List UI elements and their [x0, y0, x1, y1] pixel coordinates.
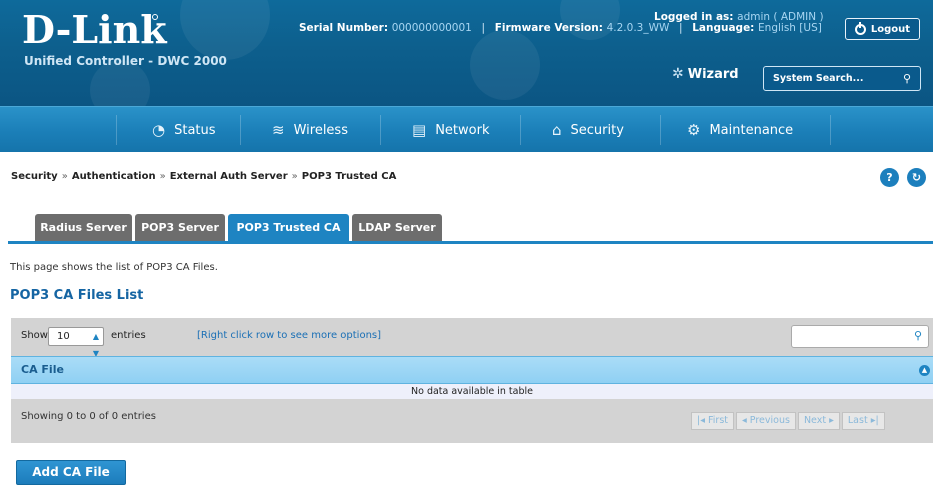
tab-radius-server[interactable]: Radius Server: [35, 214, 132, 241]
system-search-placeholder: System Search...: [773, 73, 864, 84]
nav-divider: [660, 115, 661, 145]
refresh-icon[interactable]: ↻: [907, 168, 926, 187]
gears-icon: ⚙: [687, 121, 701, 139]
pager-last-button[interactable]: Last ▸|: [841, 412, 885, 430]
entries-label: entries: [111, 330, 146, 341]
pager-last-label: Last: [847, 415, 868, 426]
page-description: This page shows the list of POP3 CA File…: [10, 262, 218, 273]
pager-previous-label: Previous: [749, 415, 790, 426]
pager-first-label: First: [708, 415, 728, 426]
main-navigation: ◔ Status ≋ Wireless ▤ Network ⌂ Security…: [0, 106, 933, 152]
header-decoration: [180, 0, 270, 60]
network-icon: ▤: [412, 121, 427, 139]
nav-maintenance[interactable]: ⚙ Maintenance: [687, 107, 793, 153]
tab-pop3-trusted-ca[interactable]: POP3 Trusted CA: [228, 214, 349, 241]
logged-in-user: admin ( ADMIN ): [737, 11, 824, 23]
entries-per-page-value: 10: [57, 331, 70, 342]
app-header: D-Link Unified Controller - DWC 2000 Ser…: [0, 0, 933, 106]
nav-security-label: Security: [570, 122, 624, 138]
product-subtitle: Unified Controller - DWC 2000: [24, 54, 227, 68]
tab-underline: [8, 241, 933, 244]
column-header-ca-file[interactable]: CA File: [21, 363, 64, 376]
breadcrumb-separator: »: [159, 171, 166, 182]
search-icon: ⚲: [913, 329, 922, 342]
wizard-label: Wizard: [687, 66, 739, 82]
serial-label: Serial Number:: [299, 22, 389, 34]
header-decoration: [560, 0, 620, 40]
entries-per-page-select[interactable]: 10 ▲ ▼: [48, 327, 104, 358]
nav-divider: [830, 115, 831, 145]
nav-network[interactable]: ▤ Network: [412, 107, 489, 153]
power-icon: [854, 21, 866, 35]
wifi-icon: ≋: [272, 121, 285, 139]
device-info: Serial Number: 000000000001 | Firmware V…: [299, 22, 822, 34]
nav-divider: [520, 115, 521, 145]
right-click-hint: [Right click row to see more options]: [197, 330, 382, 341]
breadcrumb-item[interactable]: Security: [11, 171, 58, 182]
nav-divider: [240, 115, 241, 145]
pager-previous-button[interactable]: ◂ Previous: [736, 412, 796, 430]
logout-label: Logout: [870, 23, 911, 35]
wizard-icon: ✲: [672, 66, 684, 82]
nav-security[interactable]: ⌂ Security: [552, 107, 624, 153]
breadcrumb-separator: »: [61, 171, 68, 182]
nav-network-label: Network: [435, 122, 490, 138]
pagination: |◂ First ◂ Previous Next ▸ Last ▸|: [691, 412, 885, 430]
firmware-label: Firmware Version:: [494, 22, 603, 34]
table-search-input[interactable]: ⚲: [791, 325, 929, 348]
lock-icon: ⌂: [552, 121, 562, 139]
pager-next-button[interactable]: Next ▸: [797, 412, 840, 430]
add-ca-file-button[interactable]: Add CA File: [16, 460, 126, 485]
logout-button[interactable]: Logout: [845, 18, 920, 40]
nav-status-label: Status: [174, 122, 216, 138]
status-icon: ◔: [152, 121, 166, 139]
nav-wireless-label: Wireless: [293, 122, 348, 138]
wizard-link[interactable]: ✲ Wizard: [672, 66, 739, 82]
registered-mark: [152, 14, 158, 20]
dlink-logo: D-Link: [22, 7, 167, 52]
system-search-input[interactable]: System Search... ⚲: [763, 66, 921, 91]
showing-entries-info: Showing 0 to 0 of 0 entries: [21, 411, 156, 422]
breadcrumb-separator: »: [291, 171, 298, 182]
header-decoration: [470, 30, 540, 100]
breadcrumb-current: POP3 Trusted CA: [301, 171, 397, 182]
info-divider: |: [481, 22, 486, 34]
breadcrumb: Security» Authentication» External Auth Se…: [11, 171, 396, 182]
firmware-value: 4.2.0.3_WW: [606, 22, 670, 34]
pager-next-label: Next: [803, 415, 827, 426]
logged-in-label: Logged in as:: [654, 11, 734, 23]
table-toolbar: Show 10 ▲ ▼ entries [Right click row to s…: [11, 318, 933, 358]
table-empty-row: No data available in table: [11, 384, 933, 399]
section-title: POP3 CA Files List: [10, 288, 144, 303]
logged-in-info: Logged in as: admin ( ADMIN ): [654, 11, 824, 23]
help-icon[interactable]: ?: [880, 168, 899, 187]
table-footer: Showing 0 to 0 of 0 entries |◂ First ◂ P…: [11, 399, 933, 443]
info-divider: |: [679, 22, 683, 34]
show-label: Show: [21, 330, 48, 341]
pager-first-button[interactable]: |◂ First: [691, 412, 734, 430]
language-value[interactable]: English [US]: [758, 22, 822, 34]
nav-divider: [116, 115, 117, 145]
tab-pop3-server[interactable]: POP3 Server: [135, 214, 225, 241]
table-header-row: CA File ▲: [11, 356, 933, 384]
nav-divider: [380, 115, 381, 145]
breadcrumb-item[interactable]: External Auth Server: [170, 171, 288, 182]
sort-icon[interactable]: ▲: [919, 365, 930, 376]
serial-value: 000000000001: [391, 22, 472, 34]
search-icon[interactable]: ⚲: [903, 67, 911, 90]
nav-status[interactable]: ◔ Status: [152, 107, 216, 153]
language-label: Language:: [692, 22, 755, 34]
nav-wireless[interactable]: ≋ Wireless: [272, 107, 348, 153]
tab-ldap-server[interactable]: LDAP Server: [352, 214, 442, 241]
nav-maintenance-label: Maintenance: [709, 122, 794, 138]
breadcrumb-item[interactable]: Authentication: [72, 171, 156, 182]
